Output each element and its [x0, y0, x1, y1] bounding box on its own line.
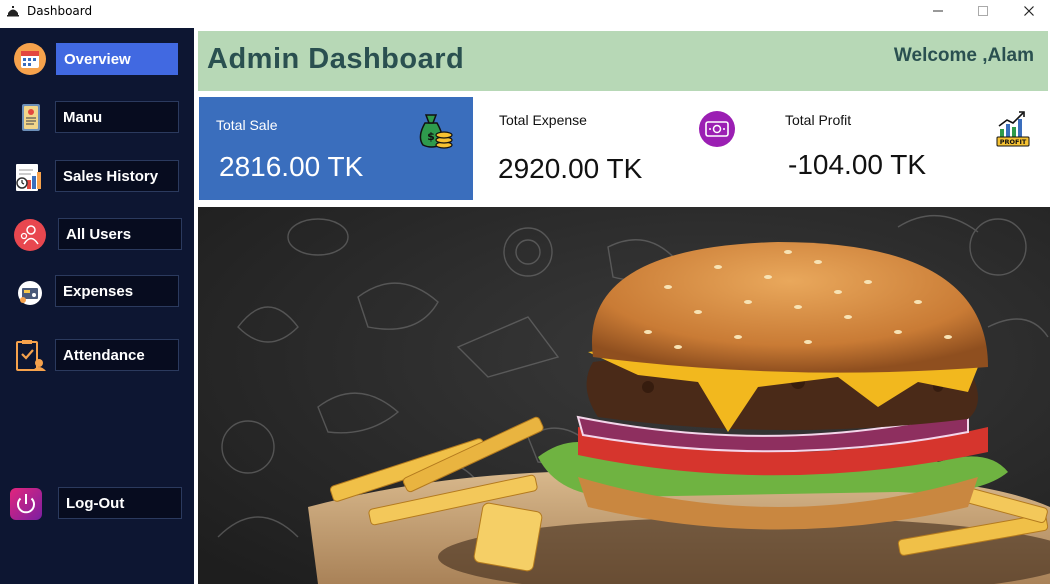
sidebar-item-logout[interactable]: Log-Out	[0, 487, 194, 521]
logout-button[interactable]: Log-Out	[58, 487, 182, 519]
total-expense-card: Total Expense 2920.00 TK	[482, 97, 761, 200]
sidebar-item-expenses[interactable]: Expenses	[0, 275, 194, 310]
close-button[interactable]	[1006, 0, 1050, 22]
window-title: Dashboard	[27, 4, 93, 18]
sidebar-item-attendance[interactable]: Attendance	[0, 339, 194, 373]
welcome-text: Welcome ,Alam	[893, 45, 1034, 66]
profit-badge-text: PROFIT	[1000, 138, 1027, 146]
expenses-icon	[18, 281, 42, 305]
power-icon	[10, 488, 42, 520]
calendar-report-icon	[14, 43, 46, 75]
sidebar: Overview Manu Sales History All Users Ex…	[0, 28, 194, 584]
total-profit-label: Total Profit	[785, 112, 852, 128]
profit-chart-icon: PROFIT	[996, 111, 1030, 147]
burger-and-fries-photo	[198, 207, 1050, 584]
window-titlebar: Dashboard	[0, 0, 1050, 22]
total-expense-label: Total Expense	[499, 112, 587, 128]
attendance-button[interactable]: Attendance	[55, 339, 179, 371]
users-icon	[14, 219, 46, 251]
total-expense-value: 2920.00 TK	[498, 153, 643, 184]
menu-card-icon	[22, 104, 40, 131]
maximize-icon	[978, 6, 988, 16]
all-users-button[interactable]: All Users	[58, 218, 182, 250]
sidebar-item-all-users[interactable]: All Users	[0, 218, 194, 252]
expenses-button[interactable]: Expenses	[55, 275, 179, 307]
page-title: Admin Dashboard	[207, 43, 465, 75]
burger-banner-image	[198, 207, 1050, 584]
minimize-icon	[933, 10, 943, 12]
cash-icon	[699, 111, 735, 147]
overview-button[interactable]: Overview	[56, 43, 178, 75]
total-sale-label: Total Sale	[216, 117, 278, 133]
total-sale-card: Total Sale 2816.00 TK $	[199, 97, 473, 200]
app-icon	[7, 6, 19, 17]
svg-text:$: $	[427, 130, 435, 143]
sales-history-button[interactable]: Sales History	[55, 160, 179, 192]
sidebar-item-overview[interactable]: Overview	[0, 42, 194, 76]
maximize-button[interactable]	[960, 0, 1006, 22]
attendance-icon	[16, 340, 46, 371]
total-sale-value: 2816.00 TK	[219, 151, 364, 182]
minimize-button[interactable]	[915, 0, 961, 22]
close-icon	[1024, 6, 1034, 16]
money-bag-icon: $	[419, 114, 453, 149]
total-profit-card: Total Profit -104.00 TK PROFIT	[767, 97, 1045, 200]
sidebar-item-sales-history[interactable]: Sales History	[0, 160, 194, 194]
sales-report-icon	[16, 164, 41, 191]
page-header: Admin Dashboard Welcome ,Alam	[198, 31, 1048, 91]
sidebar-item-manu[interactable]: Manu	[0, 101, 194, 135]
total-profit-value: -104.00 TK	[788, 149, 927, 180]
manu-button[interactable]: Manu	[55, 101, 179, 133]
